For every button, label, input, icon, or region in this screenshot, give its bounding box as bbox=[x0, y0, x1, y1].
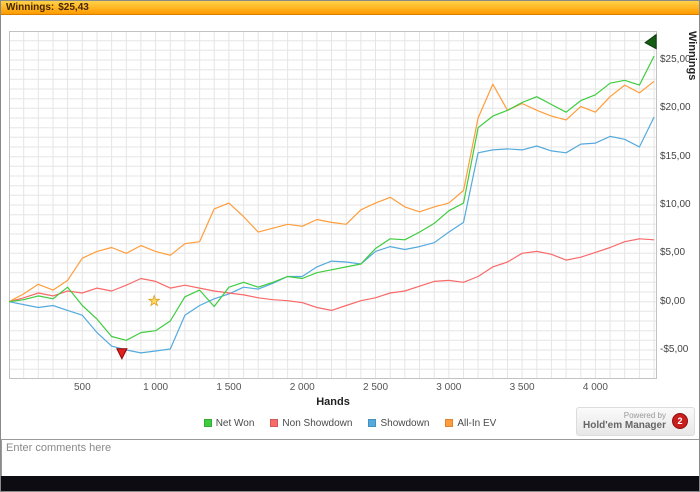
legend-item: All-In EV bbox=[445, 418, 496, 429]
x-tick-label: 4 000 bbox=[582, 382, 608, 393]
legend-swatch-icon bbox=[270, 419, 279, 427]
holdem-manager-label: Hold'em Manager bbox=[583, 420, 666, 432]
x-tick-label: 500 bbox=[73, 382, 91, 393]
winnings-title-value: $25,43 bbox=[58, 2, 89, 13]
powered-by: Powered by Hold'em Manager 2 bbox=[576, 407, 695, 436]
x-tick-label: 3 000 bbox=[436, 382, 462, 393]
plot-svg: ★ bbox=[9, 31, 657, 379]
y-tick-label: $10,00 bbox=[660, 199, 691, 210]
legend-label: Net Won bbox=[215, 417, 255, 429]
end-flag-marker bbox=[644, 33, 657, 50]
comments-input[interactable] bbox=[1, 439, 699, 478]
legend-item: Showdown bbox=[368, 418, 429, 429]
legend-item: Net Won bbox=[203, 417, 255, 429]
y-tick-label: $20,00 bbox=[660, 102, 691, 114]
down-arrow-marker bbox=[116, 348, 128, 360]
legend-item: Non Showdown bbox=[270, 418, 352, 429]
y-tick-label: $0,00 bbox=[660, 295, 686, 307]
star-marker: ★ bbox=[148, 293, 161, 309]
powered-by-text: Powered by Hold'em Manager bbox=[583, 411, 666, 432]
bottom-bar bbox=[1, 476, 699, 491]
y-tick-label: -$5,00 bbox=[660, 344, 689, 355]
legend-label: Showdown bbox=[380, 417, 430, 429]
winnings-title-label: Winnings: bbox=[6, 2, 55, 13]
hm2-badge: 2 bbox=[672, 413, 688, 430]
y-tick-label: $25,00 bbox=[660, 54, 691, 65]
title-bar: Winnings: $25,43 bbox=[1, 1, 699, 15]
legend-swatch-icon bbox=[368, 419, 377, 427]
x-axis-title: Hands bbox=[316, 396, 350, 408]
legend-swatch-icon bbox=[203, 419, 212, 427]
x-axis-ticks: 500 1 000 1 500 2 000 2 500 3 000 3 500 4 000 bbox=[9, 382, 657, 394]
chart-panel: ★ 500 1 000 1 500 2 000 2 500 3 000 3 500 4 000… bbox=[1, 15, 699, 411]
y-tick-label: $15,00 bbox=[660, 150, 691, 162]
x-tick-label: 3 500 bbox=[509, 382, 535, 393]
app-window: Winnings: $25,43 ★ 500 1 000 1 500 2 000 2 5… bbox=[0, 0, 700, 492]
legend-label: Non Showdown bbox=[282, 417, 353, 429]
legend-label: All-In EV bbox=[457, 417, 497, 429]
legend-swatch-icon bbox=[445, 419, 454, 427]
powered-by-label: Powered by bbox=[623, 411, 666, 420]
x-tick-label: 2 500 bbox=[363, 382, 389, 393]
x-tick-label: 2 000 bbox=[289, 382, 315, 393]
winnings-plot: ★ bbox=[9, 31, 657, 379]
y-tick-label: $5,00 bbox=[660, 247, 686, 259]
x-tick-label: 1 500 bbox=[216, 382, 242, 393]
x-tick-label: 1 000 bbox=[143, 382, 169, 393]
